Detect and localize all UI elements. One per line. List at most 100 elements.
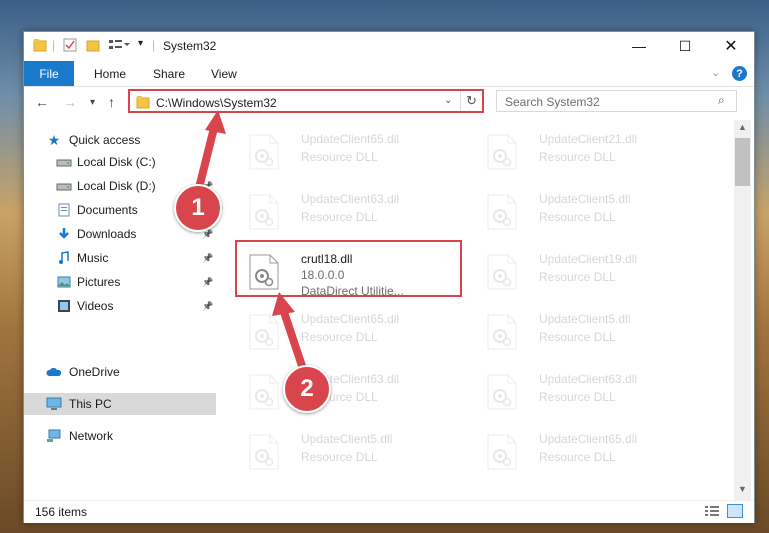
- nav-item[interactable]: Music 📌: [24, 247, 216, 269]
- file-item[interactable]: UpdateClient65.dll Resource DLL: [477, 424, 702, 480]
- title-bar: | ▾ | System32 — ☐ ✕: [24, 32, 754, 60]
- tab-home[interactable]: Home: [94, 67, 126, 81]
- music-icon: [56, 251, 72, 265]
- properties-icon[interactable]: [63, 38, 77, 52]
- recent-locations-icon[interactable]: ▾: [90, 97, 95, 108]
- nav-item[interactable]: Videos 📌: [24, 295, 216, 317]
- file-list: UpdateClient65.dll Resource DLL UpdateClie…: [229, 120, 734, 495]
- search-box[interactable]: Search System32 ⌕: [496, 90, 737, 112]
- star-icon: ★: [47, 131, 61, 148]
- file-type: Resource DLL: [539, 390, 616, 404]
- folder-icon: [33, 38, 47, 52]
- tab-file[interactable]: File: [24, 61, 74, 86]
- documents-icon: [56, 203, 72, 217]
- refresh-icon[interactable]: ↻: [466, 93, 477, 109]
- scroll-down-icon[interactable]: ▼: [738, 484, 747, 494]
- nav-item-label: Videos: [77, 299, 114, 313]
- nav-item[interactable]: Pictures 📌: [24, 271, 216, 293]
- new-folder-icon[interactable]: [86, 38, 100, 52]
- dll-file-icon: [249, 314, 279, 350]
- folder-icon: [136, 96, 150, 109]
- minimize-button[interactable]: —: [616, 32, 662, 60]
- nav-item-label: Local Disk (D:): [77, 179, 156, 193]
- file-type: Resource DLL: [539, 210, 616, 224]
- dll-file-icon: [487, 194, 517, 230]
- tab-share[interactable]: Share: [153, 67, 185, 81]
- search-icon[interactable]: ⌕: [718, 93, 725, 108]
- address-dropdown-icon[interactable]: ⌄: [444, 95, 452, 106]
- file-name: UpdateClient63.dll: [539, 372, 638, 386]
- file-type: Resource DLL: [539, 150, 616, 164]
- file-name: UpdateClient19.dll: [539, 252, 638, 266]
- search-input[interactable]: Search System32: [505, 95, 600, 109]
- file-item[interactable]: UpdateClient19.dll Resource DLL: [477, 244, 702, 300]
- window-title: System32: [163, 39, 217, 53]
- file-item[interactable]: UpdateClient65.dll Resource DLL: [239, 124, 464, 180]
- scroll-up-icon[interactable]: ▲: [738, 122, 747, 132]
- forward-arrow-icon[interactable]: →: [63, 94, 77, 110]
- dll-file-icon: [487, 314, 517, 350]
- scrollbar-thumb[interactable]: [735, 138, 750, 186]
- nav-item-label: Local Disk (C:): [77, 155, 156, 169]
- file-item[interactable]: UpdateClient63.dll Resource DLL: [477, 364, 702, 420]
- back-arrow-icon[interactable]: ←: [35, 94, 49, 110]
- file-name: UpdateClient63.dll: [301, 192, 400, 206]
- nav-network[interactable]: Network: [24, 425, 216, 447]
- pin-icon[interactable]: 📌: [202, 253, 213, 264]
- file-item[interactable]: UpdateClient5.dll Resource DLL: [477, 304, 702, 360]
- computer-icon: [46, 397, 62, 411]
- nav-onedrive[interactable]: OneDrive: [24, 361, 216, 383]
- pin-icon[interactable]: 📌: [202, 277, 213, 288]
- nav-item-label: Documents: [77, 203, 138, 217]
- drive-icon: [56, 155, 72, 169]
- status-bar: 156 items: [24, 500, 754, 523]
- tab-view[interactable]: View: [211, 67, 237, 81]
- file-item[interactable]: UpdateClient5.dll Resource DLL: [477, 184, 702, 240]
- selection-highlight-box: [235, 240, 462, 297]
- help-icon[interactable]: ?: [732, 66, 747, 81]
- large-icons-view-icon[interactable]: [727, 504, 743, 518]
- nav-item-label: Music: [77, 251, 109, 265]
- file-name: UpdateClient65.dll: [301, 312, 400, 326]
- file-name: UpdateClient5.dll: [301, 432, 393, 446]
- customize-toolbar-icon[interactable]: ▾: [138, 38, 143, 49]
- file-name: UpdateClient5.dll: [539, 192, 631, 206]
- dll-file-icon: [487, 134, 517, 170]
- callout-badge-1: 1: [174, 184, 222, 232]
- file-item[interactable]: UpdateClient63.dll Resource DLL: [239, 364, 464, 420]
- file-item[interactable]: UpdateClient21.dll Resource DLL: [477, 124, 702, 180]
- file-item[interactable]: UpdateClient63.dll Resource DLL: [239, 184, 464, 240]
- nav-item-label: Downloads: [77, 227, 137, 241]
- file-name: UpdateClient21.dll: [539, 132, 638, 146]
- file-type: Resource DLL: [301, 330, 378, 344]
- file-item[interactable]: UpdateClient5.dll Resource DLL: [239, 424, 464, 480]
- close-button[interactable]: ✕: [708, 32, 754, 60]
- up-arrow-icon[interactable]: ↑: [108, 94, 115, 110]
- file-item[interactable]: UpdateClient65.dll Resource DLL: [239, 304, 464, 360]
- address-bar[interactable]: C:\Windows\System32 ⌄ ↻: [128, 89, 484, 113]
- file-type: Resource DLL: [301, 450, 378, 464]
- dll-file-icon: [487, 434, 517, 470]
- nav-item[interactable]: Local Disk (C:): [24, 151, 216, 173]
- file-type: Resource DLL: [539, 450, 616, 464]
- navigation-pane: ★ Quick access Local Disk (C:) Local Disk…: [24, 120, 216, 500]
- view-options-icon[interactable]: [108, 38, 130, 52]
- pin-icon[interactable]: 📌: [202, 301, 213, 312]
- expand-ribbon-icon[interactable]: ⌄: [711, 66, 720, 79]
- drive-icon: [56, 179, 72, 193]
- details-view-icon[interactable]: [705, 505, 719, 517]
- nav-quick-access[interactable]: ★ Quick access: [24, 129, 216, 151]
- dll-file-icon: [249, 134, 279, 170]
- dll-file-icon: [249, 434, 279, 470]
- network-icon: [46, 429, 62, 443]
- nav-this-pc[interactable]: This PC: [24, 393, 216, 415]
- callout-badge-2: 2: [283, 365, 331, 413]
- videos-icon: [56, 299, 72, 313]
- maximize-button[interactable]: ☐: [662, 32, 708, 60]
- dll-file-icon: [487, 374, 517, 410]
- explorer-window: | ▾ | System32 — ☐ ✕ File Home Share Vie…: [23, 31, 755, 523]
- file-type: Resource DLL: [539, 330, 616, 344]
- vertical-scrollbar[interactable]: ▲ ▼: [734, 120, 751, 500]
- address-row: ← → ▾ ↑ C:\Windows\System32 ⌄ ↻ Search S…: [24, 87, 754, 119]
- dll-file-icon: [249, 374, 279, 410]
